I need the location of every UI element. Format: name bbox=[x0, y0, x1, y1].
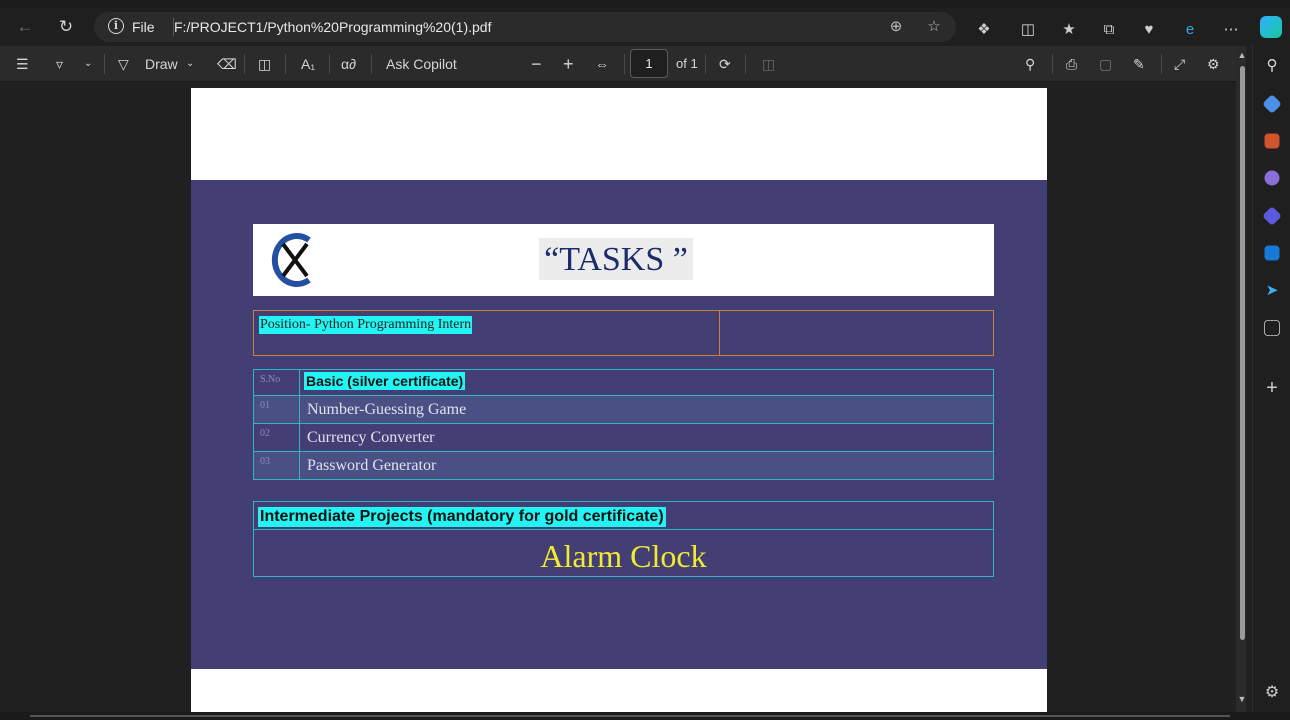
pdf-page: “TASKS ” Position- Python Programming In… bbox=[191, 88, 1047, 712]
task-number: 01 bbox=[254, 396, 300, 423]
sidebar-shopping-icon[interactable] bbox=[1262, 94, 1282, 114]
settings-icon[interactable]: ⚙ bbox=[1207, 54, 1220, 74]
toolbar-separator bbox=[1052, 54, 1053, 74]
erase-icon[interactable]: ⌫ bbox=[217, 54, 237, 74]
favorites-icon[interactable]: ★ bbox=[1059, 20, 1079, 40]
scheme-label: File bbox=[132, 19, 155, 35]
draw-icon[interactable]: ▽ bbox=[118, 54, 129, 74]
toolbar-separator bbox=[285, 54, 286, 74]
save-icon[interactable]: ▢ bbox=[1099, 54, 1112, 74]
task-number: 03 bbox=[254, 452, 300, 479]
toolbar-separator bbox=[104, 54, 105, 74]
draw-button[interactable]: Draw bbox=[145, 54, 178, 74]
sidebar-send-icon[interactable]: ➤ bbox=[1262, 281, 1282, 301]
sidebar-apps-icon[interactable] bbox=[1264, 320, 1280, 336]
task-name: Currency Converter bbox=[307, 429, 435, 446]
position-box-divider bbox=[719, 311, 720, 355]
zoom-in-icon[interactable]: + bbox=[563, 54, 574, 74]
page-number-input[interactable]: 1 bbox=[630, 49, 668, 78]
basic-tasks-table: S.No Basic (silver certificate) 01 Numbe… bbox=[253, 369, 994, 480]
toolbar-separator bbox=[244, 54, 245, 74]
page-total-label: of 1 bbox=[676, 56, 698, 71]
sidebar-tools-icon[interactable] bbox=[1264, 133, 1280, 149]
table-row: 01 Number-Guessing Game bbox=[253, 396, 994, 424]
save-as-icon[interactable]: ✎ bbox=[1133, 54, 1145, 74]
toolbar-separator bbox=[329, 54, 330, 74]
browser-tab-strip bbox=[0, 0, 1290, 8]
favorite-star-icon[interactable]: ☆ bbox=[924, 17, 944, 37]
browser-address-bar-area: ← ↻ i File F:/PROJECT1/Python%20Programm… bbox=[0, 8, 1290, 46]
translate-icon[interactable]: α∂ bbox=[341, 54, 356, 74]
fit-page-icon[interactable]: ⇔ bbox=[595, 54, 609, 74]
print-icon[interactable]: ⎙ bbox=[1066, 54, 1077, 74]
ask-copilot-button[interactable]: Ask Copilot bbox=[386, 54, 457, 74]
task-name: Password Generator bbox=[307, 457, 437, 474]
toolbar-separator bbox=[745, 54, 746, 74]
sidebar-outlook-icon[interactable] bbox=[1264, 245, 1280, 261]
task-number: 02 bbox=[254, 424, 300, 451]
page-title: “TASKS ” bbox=[539, 238, 693, 280]
table-row: 03 Password Generator bbox=[253, 452, 994, 480]
fullscreen-icon[interactable]: ⤢ bbox=[1174, 54, 1185, 74]
refresh-icon[interactable]: ↻ bbox=[55, 16, 77, 38]
intermediate-project: Alarm Clock bbox=[540, 538, 707, 574]
read-aloud-icon[interactable]: A₁ bbox=[301, 54, 315, 74]
header-box: “TASKS ” bbox=[253, 224, 994, 296]
collections-icon[interactable]: ⧉ bbox=[1099, 20, 1119, 40]
edge-sidebar: ⚲ ➤ + ⚙ bbox=[1252, 46, 1290, 720]
table-header-row: S.No Basic (silver certificate) bbox=[253, 369, 994, 396]
toolbar-separator bbox=[1161, 54, 1162, 74]
url-text[interactable]: F:/PROJECT1/Python%20Programming%20(1).p… bbox=[174, 19, 491, 35]
highlight-icon[interactable]: ▿ bbox=[56, 54, 63, 74]
split-screen-icon[interactable]: ◫ bbox=[1018, 20, 1038, 40]
table-row: 02 Currency Converter bbox=[253, 424, 994, 452]
browser-essentials-icon[interactable]: ♥ bbox=[1139, 20, 1159, 40]
more-menu-icon[interactable]: ⋯ bbox=[1221, 20, 1241, 40]
copilot-icon[interactable] bbox=[1260, 16, 1282, 38]
task-name: Number-Guessing Game bbox=[307, 401, 467, 418]
sidebar-copilot-designer-icon[interactable] bbox=[1262, 206, 1282, 226]
toolbar-separator bbox=[624, 54, 625, 74]
text-icon[interactable]: ◫ bbox=[258, 54, 271, 74]
rotate-icon[interactable]: ⟳ bbox=[719, 54, 731, 74]
zoom-out-icon[interactable]: − bbox=[531, 54, 542, 74]
scrollbar-thumb[interactable] bbox=[1240, 66, 1245, 640]
position-box: Position- Python Programming Intern bbox=[253, 310, 994, 356]
pdf-toolbar: ☰ ▿ ⌄ ▽ Draw ⌄ ⌫ ◫ A₁ α∂ Ask Copilot − +… bbox=[0, 46, 1240, 82]
sidebar-settings-icon[interactable]: ⚙ bbox=[1262, 683, 1282, 703]
toolbar-separator bbox=[371, 54, 372, 74]
position-label: Position- Python Programming Intern bbox=[259, 316, 473, 334]
sidebar-games-icon[interactable] bbox=[1264, 170, 1280, 186]
intermediate-box: Intermediate Projects (mandatory for gol… bbox=[253, 501, 994, 577]
sno-header: S.No bbox=[254, 370, 300, 395]
intermediate-header: Intermediate Projects (mandatory for gol… bbox=[254, 502, 993, 530]
back-icon[interactable]: ← bbox=[14, 16, 36, 38]
toolbar-separator bbox=[705, 54, 706, 74]
scroll-up-icon[interactable]: ▲ bbox=[1237, 50, 1247, 60]
edge-feature-icon[interactable]: e bbox=[1180, 20, 1200, 40]
basic-section-title: Basic (silver certificate) bbox=[304, 372, 466, 390]
page-view-icon[interactable]: ◫ bbox=[762, 54, 775, 74]
horizontal-scrollbar[interactable] bbox=[30, 715, 1230, 717]
company-logo bbox=[271, 233, 311, 287]
bottom-strip bbox=[0, 712, 1290, 720]
sidebar-add-icon[interactable]: + bbox=[1262, 378, 1282, 398]
sidebar-search-icon[interactable]: ⚲ bbox=[1262, 56, 1282, 76]
zoom-icon[interactable]: ⊕ bbox=[886, 17, 906, 37]
contents-icon[interactable]: ☰ bbox=[16, 54, 29, 74]
highlight-dropdown-icon[interactable]: ⌄ bbox=[84, 54, 92, 74]
site-info-icon[interactable]: i bbox=[108, 18, 124, 34]
draw-dropdown-icon[interactable]: ⌄ bbox=[186, 54, 194, 74]
find-icon[interactable]: ⚲ bbox=[1025, 54, 1035, 74]
scroll-down-icon[interactable]: ▼ bbox=[1237, 694, 1247, 704]
address-bar[interactable]: i File F:/PROJECT1/Python%20Programming%… bbox=[94, 12, 956, 42]
intermediate-title: Intermediate Projects (mandatory for gol… bbox=[258, 507, 666, 527]
extensions-icon[interactable]: ❖ bbox=[974, 20, 994, 40]
